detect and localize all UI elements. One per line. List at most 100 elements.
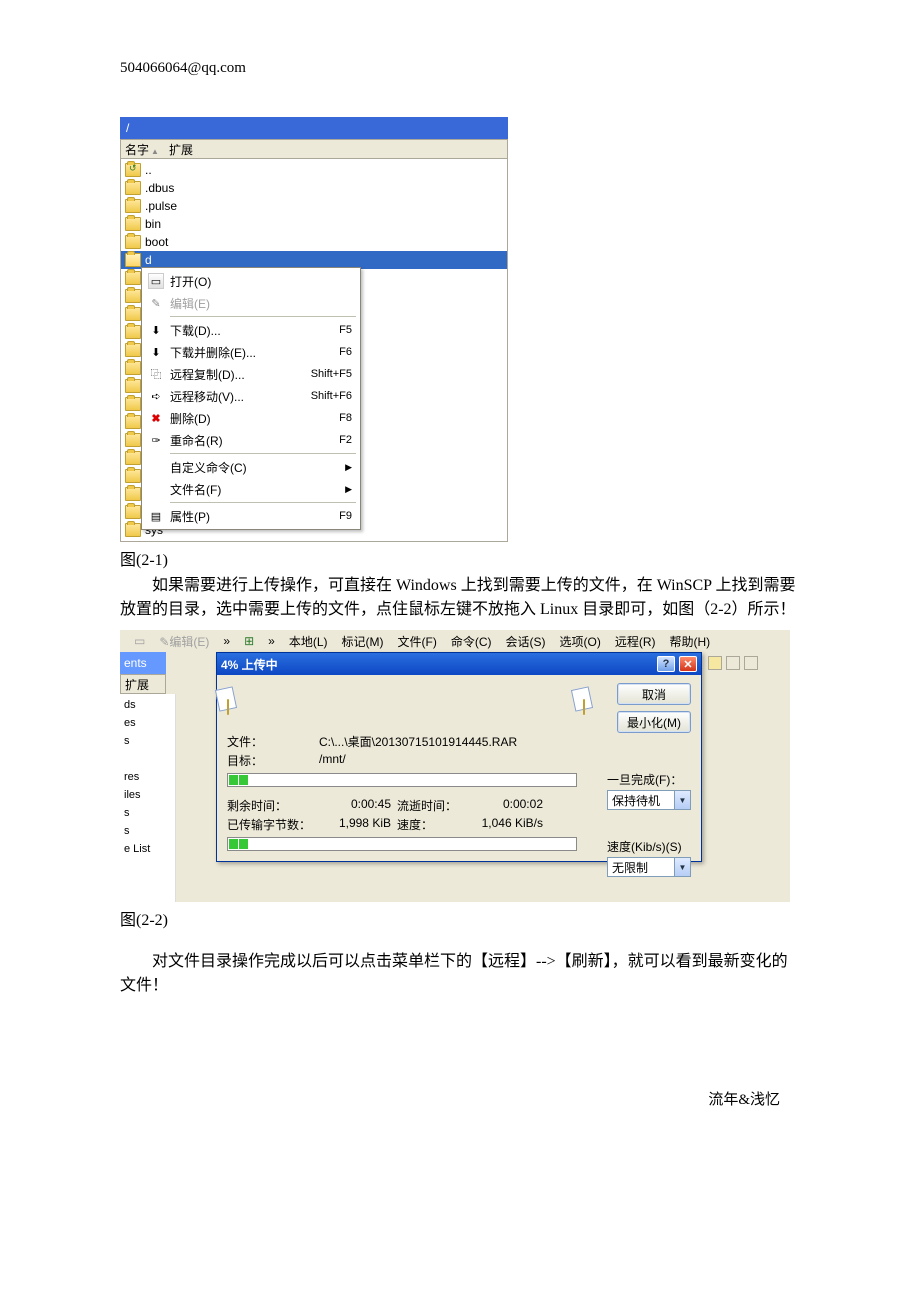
- elapsed-label: 流逝时间：: [397, 797, 477, 814]
- footer-signature: 流年&浅忆: [120, 1088, 780, 1109]
- header-email: 504066064@qq.com: [120, 60, 800, 77]
- toolbar-overflow-icon[interactable]: »: [217, 632, 236, 650]
- dialog-titlebar[interactable]: 4% 上传中 ? ✕: [217, 653, 701, 675]
- folder-icon: [125, 487, 141, 501]
- menu-download-delete[interactable]: ⬇下载并删除(E)...F6: [144, 341, 358, 363]
- edit-icon: ✎: [148, 295, 164, 311]
- toolbar-folder-icon[interactable]: [708, 656, 722, 670]
- properties-icon: ▤: [148, 508, 164, 524]
- figure-2-1: / 名字 扩展 .. .dbus .pulse bin boot d e h l…: [120, 117, 508, 542]
- target-value: /mnt/: [319, 752, 346, 769]
- file-row[interactable]: bin: [121, 215, 507, 233]
- combo-value: 保持待机: [608, 792, 674, 809]
- file-row[interactable]: .dbus: [121, 179, 507, 197]
- blank-icon: [148, 459, 164, 475]
- remaining-label: 剩余时间：: [227, 797, 327, 814]
- file-name: ..: [145, 163, 152, 177]
- toolbar-plus-icon[interactable]: [726, 656, 740, 670]
- folder-icon: [125, 325, 141, 339]
- path-bar[interactable]: /: [120, 117, 508, 139]
- file-row[interactable]: boot: [121, 233, 507, 251]
- menu-download[interactable]: ⬇下载(D)...F5: [144, 319, 358, 341]
- file-name: bin: [145, 217, 161, 231]
- file-list[interactable]: .. .dbus .pulse bin boot d e h l l m m m…: [120, 159, 508, 542]
- remaining-value: 0:00:45: [327, 797, 397, 814]
- menu-properties[interactable]: ▤属性(P)F9: [144, 505, 358, 527]
- folder-icon: [125, 433, 141, 447]
- combo-value: 无限制: [608, 859, 674, 876]
- cancel-button[interactable]: 取消: [617, 683, 691, 705]
- speed-limit-label: 速度(Kib/s)(S): [607, 838, 691, 855]
- menu-separator: [170, 316, 356, 317]
- chevron-down-icon[interactable]: ▼: [674, 858, 690, 876]
- menu-commands[interactable]: 命令(C): [445, 631, 498, 652]
- menu-options[interactable]: 选项(O): [554, 631, 607, 652]
- menu-help[interactable]: 帮助(H): [664, 631, 717, 652]
- file-progress-bar: [227, 773, 577, 787]
- bytes-value: 1,998 KiB: [327, 816, 397, 833]
- upload-dialog[interactable]: 4% 上传中 ? ✕ 取消 最小化(M) 文件：C:\...\桌面\201307…: [216, 652, 702, 862]
- context-menu[interactable]: ▭打开(O) ✎编辑(E) ⬇下载(D)...F5 ⬇下载并删除(E)...F6…: [141, 267, 361, 530]
- on-complete-label: 一旦完成(F)：: [607, 771, 691, 788]
- menu-remote-move[interactable]: ➪远程移动(V)...Shift+F6: [144, 385, 358, 407]
- folder-icon: [125, 469, 141, 483]
- close-button[interactable]: ✕: [679, 656, 697, 672]
- menu-file-names[interactable]: 文件名(F)▶: [144, 478, 358, 500]
- target-label: 目标：: [227, 752, 311, 769]
- folder-icon: [125, 523, 141, 537]
- menu-delete[interactable]: ✖删除(D)F8: [144, 407, 358, 429]
- toolbar-overflow-icon[interactable]: »: [262, 632, 281, 650]
- speed-limit-select[interactable]: 无限制 ▼: [607, 857, 691, 877]
- file-row-up[interactable]: ..: [121, 161, 507, 179]
- left-list-fragment: ds es s res iles s s e List: [120, 694, 176, 902]
- file-name: .dbus: [145, 181, 174, 195]
- submenu-arrow-icon: ▶: [345, 484, 352, 495]
- on-complete-select[interactable]: 保持待机 ▼: [607, 790, 691, 810]
- source-folder-icon: [227, 699, 229, 715]
- delete-icon: ✖: [148, 410, 164, 426]
- folder-icon: [125, 181, 141, 195]
- speed-value: 1,046 KiB/s: [477, 816, 549, 833]
- column-ext[interactable]: 扩展: [169, 141, 193, 158]
- list-item: e List: [124, 840, 171, 858]
- download-icon: ⬇: [148, 322, 164, 338]
- toolbar-minus-icon[interactable]: [744, 656, 758, 670]
- menu-remote-copy[interactable]: ⿻远程复制(D)...Shift+F5: [144, 363, 358, 385]
- minimize-button[interactable]: 最小化(M): [617, 711, 691, 733]
- help-button[interactable]: ?: [657, 656, 675, 672]
- blank-icon: [148, 481, 164, 497]
- folder-icon: [125, 307, 141, 321]
- menu-session[interactable]: 会话(S): [500, 631, 552, 652]
- speed-label: 速度：: [397, 816, 477, 833]
- sidebar-fragment: ents: [120, 652, 166, 674]
- file-name: .pulse: [145, 199, 177, 213]
- menu-file[interactable]: 文件(F): [392, 631, 443, 652]
- open-icon: ▭: [148, 273, 164, 289]
- folder-icon: [125, 415, 141, 429]
- folder-icon: [125, 343, 141, 357]
- menubar[interactable]: ▭ ✎编辑(E) » ⊞ » 本地(L) 标记(M) 文件(F) 命令(C) 会…: [120, 630, 790, 652]
- menu-edit: ✎编辑(E): [144, 292, 358, 314]
- paragraph-1: 如果需要进行上传操作，可直接在 Windows 上找到需要上传的文件，在 Win…: [120, 574, 800, 622]
- file-row[interactable]: .pulse: [121, 197, 507, 215]
- menu-local[interactable]: 本地(L): [283, 631, 334, 652]
- column-name[interactable]: 名字: [125, 141, 159, 158]
- folder-icon: [125, 505, 141, 519]
- folder-icon: [125, 397, 141, 411]
- file-value: C:\...\桌面\20130715101914445.RAR: [319, 733, 517, 750]
- column-header-fragment: 扩展: [120, 674, 166, 694]
- menu-remote[interactable]: 远程(R): [609, 631, 662, 652]
- chevron-down-icon[interactable]: ▼: [674, 791, 690, 809]
- list-item: res: [124, 768, 171, 786]
- menu-custom-commands[interactable]: 自定义命令(C)▶: [144, 456, 358, 478]
- menu-mark[interactable]: 标记(M): [336, 631, 390, 652]
- list-item: ds: [124, 696, 171, 714]
- download-delete-icon: ⬇: [148, 344, 164, 360]
- right-toolbar[interactable]: [702, 652, 790, 674]
- menu-open[interactable]: ▭打开(O): [144, 270, 358, 292]
- dialog-title: 4% 上传中: [221, 656, 653, 673]
- overall-progress-bar: [227, 837, 577, 851]
- menu-rename[interactable]: ✑重命名(R)F2: [144, 429, 358, 451]
- column-header-row[interactable]: 名字 扩展: [120, 139, 508, 159]
- toolbar-plus-icon[interactable]: ⊞: [238, 632, 260, 650]
